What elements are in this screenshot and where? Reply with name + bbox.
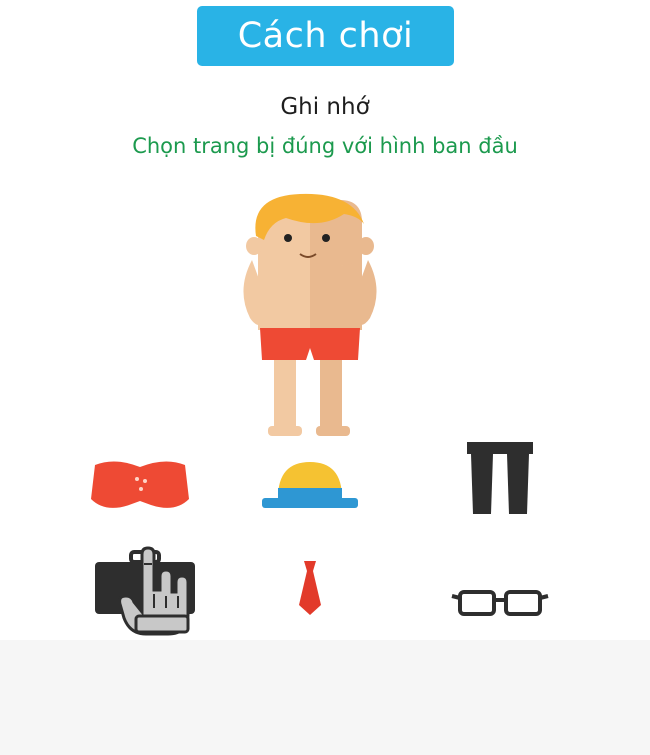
- game-screen: Cách chơi Ghi nhớ Chọn trang bị đúng với…: [0, 0, 650, 755]
- bowler-hat-icon: [262, 461, 358, 508]
- instruction-heading: Ghi nhớ: [280, 94, 370, 120]
- item-glasses[interactable]: [445, 580, 555, 625]
- instruction-subheading: Chọn trang bị đúng với hình ban đầu: [132, 134, 518, 158]
- item-bowler-hat[interactable]: [250, 455, 370, 520]
- glasses-icon: [451, 589, 549, 616]
- necktie-icon: [299, 561, 321, 615]
- item-trousers[interactable]: [455, 438, 545, 518]
- swim-shorts-icon: [91, 461, 189, 508]
- dark-trousers-icon: [467, 442, 533, 514]
- footer-band: [0, 640, 650, 755]
- boy-character-figure: [243, 193, 377, 436]
- tap-hand-icon: [118, 546, 190, 636]
- item-necktie[interactable]: [270, 558, 350, 618]
- how-to-play-button[interactable]: Cách chơi: [197, 6, 454, 66]
- item-swim-shorts[interactable]: [80, 450, 200, 520]
